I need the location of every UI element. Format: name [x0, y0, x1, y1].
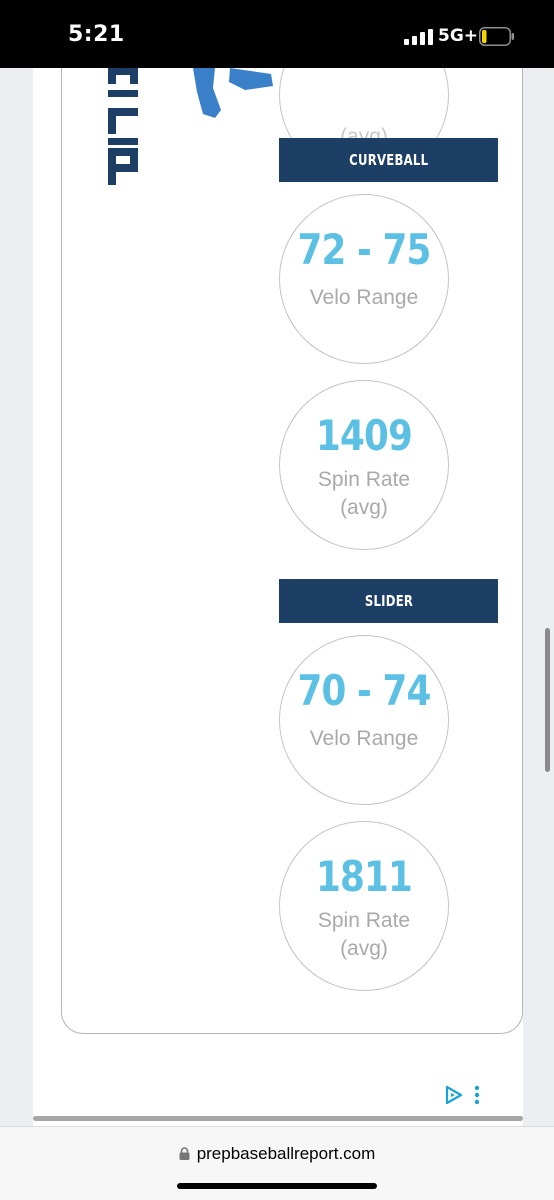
curveball-velo-label: Velo Range [309, 286, 419, 309]
slider-velo-label: Velo Range [309, 727, 419, 750]
ad-choices[interactable] [444, 1084, 486, 1106]
web-page[interactable]: (avg) CURVEBALL 72 - 75 Velo Range 1409 … [0, 68, 554, 1126]
curveball-spin-label-line2: (avg) [340, 496, 388, 519]
slider-spin-circle: 1811 Spin Rate (avg) [279, 821, 449, 991]
cellular-signal-icon [404, 29, 433, 45]
slider-velo-circle: 70 - 74 Velo Range [279, 635, 449, 805]
url-domain: prepbaseballreport.com [196, 1144, 376, 1163]
home-indicator[interactable] [177, 1183, 377, 1189]
curveball-spin-label: Spin Rate (avg) [280, 466, 448, 522]
curveball-spin-value: 1409 [316, 411, 413, 460]
slider-spin-value: 1811 [316, 852, 413, 901]
slider-spin-label-line1: Spin Rate [317, 909, 411, 932]
url-display[interactable]: prepbaseballreport.com [0, 1144, 554, 1164]
slider-header: SLIDER [279, 579, 498, 623]
slider-header-label: SLIDER [364, 592, 413, 610]
more-vertical-icon[interactable] [474, 1085, 480, 1105]
slider-spin-label-line2: (avg) [340, 937, 388, 960]
curveball-header: CURVEBALL [279, 138, 498, 182]
browser-url-bar[interactable]: prepbaseballreport.com [0, 1126, 554, 1200]
slider-velo-value: 70 - 74 [297, 666, 431, 715]
play-triangle-icon[interactable] [445, 1085, 463, 1105]
network-type: 5G+ [438, 26, 479, 46]
pitcher-logo [108, 68, 273, 185]
slider-spin-label: Spin Rate (avg) [280, 907, 448, 963]
curveball-header-label: CURVEBALL [348, 151, 429, 169]
curveball-spin-label-line1: Spin Rate [317, 468, 411, 491]
status-bar: 5:21 5G+ [0, 0, 554, 68]
curveball-spin-circle: 1409 Spin Rate (avg) [279, 380, 449, 550]
curveball-velo-value: 72 - 75 [297, 225, 431, 274]
battery-icon [479, 27, 514, 46]
vertical-scrollbar[interactable] [545, 628, 550, 772]
horizontal-scrollbar[interactable] [33, 1116, 523, 1121]
status-time: 5:21 [68, 22, 125, 47]
curveball-velo-circle: 72 - 75 Velo Range [279, 194, 449, 364]
lock-icon [179, 1147, 190, 1160]
